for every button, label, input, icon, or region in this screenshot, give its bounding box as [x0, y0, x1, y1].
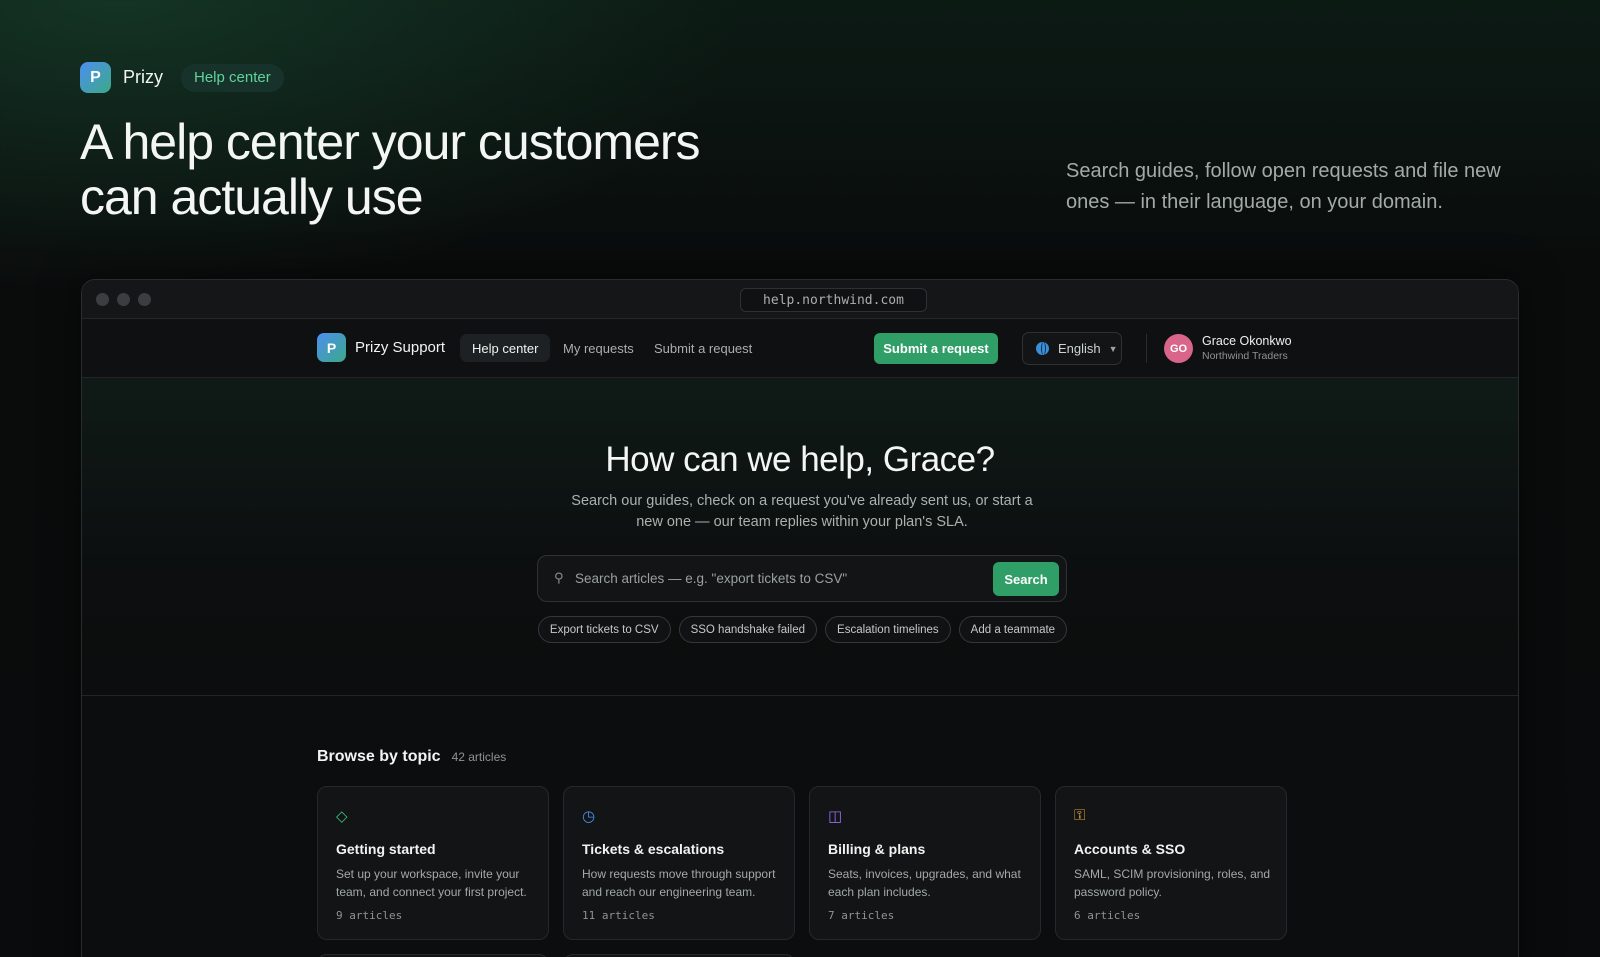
clock-icon: ◷ [582, 808, 596, 825]
help-center-badge: Help center [181, 63, 284, 92]
diamond-icon: ◇ [336, 808, 348, 825]
topic-card-tickets[interactable]: ◷ Tickets & escalations How requests mov… [563, 786, 795, 940]
topic-description: SAML, SCIM provisioning, roles, and pass… [1074, 867, 1271, 899]
browser-chrome: help.northwind.com [82, 280, 1518, 319]
user-name[interactable]: Grace Okonkwo [1202, 334, 1292, 348]
nav-my-requests[interactable]: My requests [551, 334, 646, 362]
topic-title: Tickets & escalations [582, 841, 725, 857]
topic-title: Accounts & SSO [1074, 841, 1186, 857]
avatar[interactable]: GO [1164, 334, 1193, 363]
topics-title: Browse by topic [317, 748, 441, 765]
book-icon: ◫ [828, 808, 843, 825]
chip-escalation-timelines[interactable]: Escalation timelines [825, 616, 951, 643]
topic-article-count: 7 articles [828, 909, 895, 922]
browser-window: help.northwind.com P Prizy Support Help … [81, 279, 1519, 957]
topic-card-billing[interactable]: ◫ Billing & plans Seats, invoices, upgra… [809, 786, 1041, 940]
topic-description: Set up your workspace, invite your team,… [336, 867, 527, 899]
prizy-logo[interactable]: P [80, 62, 111, 93]
search-box: ⚲ Search [537, 555, 1067, 602]
topic-article-count: 11 articles [582, 909, 655, 922]
topics-header: Browse by topic 42 articles [317, 748, 506, 766]
help-subtitle: Search our guides, check on a request yo… [571, 493, 1033, 530]
nav-submit-request[interactable]: Submit a request [642, 334, 764, 362]
topic-cards: ◇ Getting started Set up your workspace,… [317, 786, 1287, 940]
chip-export-tickets[interactable]: Export tickets to CSV [537, 616, 671, 643]
topic-article-count: 6 articles [1074, 909, 1141, 922]
topic-card-accounts[interactable]: ⚿ Accounts & SSO SAML, SCIM provisioning… [1055, 786, 1287, 940]
chip-sso-handshake[interactable]: SSO handshake failed [678, 616, 818, 643]
topic-description: Seats, invoices, upgrades, and what each… [828, 867, 1021, 899]
hero-title: A help center your customers can actuall… [80, 114, 701, 225]
search-icon: ⚲ [554, 570, 564, 585]
window-dot-minimize[interactable] [117, 293, 130, 306]
search-input[interactable] [575, 556, 975, 601]
topic-card-getting-started[interactable]: ◇ Getting started Set up your workspace,… [317, 786, 549, 940]
suggestion-chips: Export tickets to CSV SSO handshake fail… [82, 616, 1518, 643]
topic-description: How requests move through support and re… [582, 867, 776, 899]
prizy-support-logo[interactable]: P [317, 333, 346, 362]
submit-request-button[interactable]: Submit a request [874, 333, 998, 364]
address-bar[interactable]: help.northwind.com [740, 288, 927, 312]
language-label: English [1058, 341, 1101, 356]
hero-subtitle: Search guides, follow open requests and … [1066, 160, 1501, 213]
globe-icon [1036, 342, 1049, 355]
window-dot-close[interactable] [96, 293, 109, 306]
app-navbar: P Prizy Support Help center My requests … [82, 319, 1518, 378]
topic-title: Getting started [336, 841, 436, 857]
search-button[interactable]: Search [993, 562, 1059, 596]
brand-row: P Prizy Help center [80, 62, 284, 93]
key-icon: ⚿ [1074, 807, 1086, 824]
help-greeting: How can we help, Grace? [605, 440, 995, 479]
brand-name: Prizy [123, 67, 163, 87]
topics-section: Browse by topic 42 articles ◇ Getting st… [82, 696, 1518, 957]
nav-help-center[interactable]: Help center [460, 334, 551, 362]
app-name[interactable]: Prizy Support [355, 339, 445, 356]
topic-article-count: 9 articles [336, 909, 403, 922]
language-select[interactable]: English ▼ [1022, 332, 1122, 365]
topic-title: Billing & plans [828, 841, 926, 857]
help-hero: How can we help, Grace? Search our guide… [82, 378, 1518, 696]
chevron-down-icon: ▼ [1108, 343, 1118, 354]
divider [1146, 334, 1147, 363]
topics-count: 42 articles [451, 750, 507, 764]
chip-add-teammate[interactable]: Add a teammate [958, 616, 1068, 643]
user-org: Northwind Traders [1202, 350, 1288, 362]
window-dot-maximize[interactable] [138, 293, 151, 306]
